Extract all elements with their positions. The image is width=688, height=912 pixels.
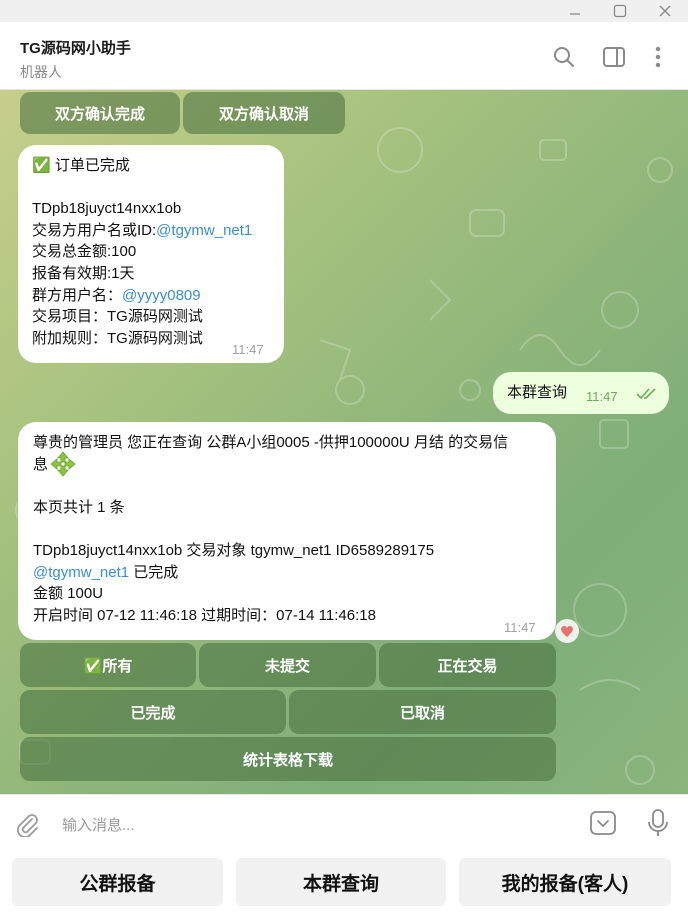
more-options-icon[interactable] xyxy=(645,44,671,70)
count-line: 本页共计 1 条 xyxy=(33,498,125,516)
window-titlebar xyxy=(0,0,688,22)
filter-unsubmitted-button[interactable]: 未提交 xyxy=(199,643,376,687)
record-amount-line: 金额 100U xyxy=(33,585,104,603)
group-line: 群方用户名：@yyyy0809 xyxy=(32,285,284,307)
amount-line: 交易总金额:100 xyxy=(32,243,137,261)
close-icon[interactable] xyxy=(645,0,685,22)
message-line xyxy=(32,177,284,199)
trader-line: 交易方用户名或ID:@tgymw_net1 xyxy=(32,220,284,242)
confirm-complete-button[interactable]: 双方确认完成 xyxy=(20,92,180,134)
validity-line: 报备有效期:1天 xyxy=(32,264,135,282)
download-stats-button[interactable]: 统计表格下载 xyxy=(20,737,556,781)
trader-label: 交易方用户名或ID: xyxy=(32,221,157,239)
read-check-icon xyxy=(636,388,656,400)
record-status-line: @tgymw_net1 已完成 xyxy=(33,562,556,584)
search-icon[interactable] xyxy=(551,44,577,70)
filter-trading-button[interactable]: 正在交易 xyxy=(379,643,556,687)
telegram-window: TG源码网小助手 机器人 双方确认完成 双方确认取消 ✅ 订单已完成 TDpb1… xyxy=(0,0,688,912)
message-time: 11:47 xyxy=(586,389,618,404)
message-input-bar: 输入消息... xyxy=(0,794,688,852)
order-completed-message[interactable]: ✅ 订单已完成 TDpb18juyct14nxx1ob 交易方用户名或ID:@t… xyxy=(18,145,284,363)
project-line: 交易项目：TG源码网测试 xyxy=(32,308,203,326)
bot-keyboard-icon[interactable] xyxy=(589,809,617,837)
public-report-button[interactable]: 公群报备 xyxy=(12,858,223,906)
sidebar-toggle-icon[interactable] xyxy=(601,44,627,70)
confirm-cancel-button[interactable]: 双方确认取消 xyxy=(183,92,345,134)
reply-keyboard: 公群报备 本群查询 我的报备(客人) xyxy=(0,852,688,912)
group-query-button[interactable]: 本群查询 xyxy=(236,858,446,906)
message-line: 尊贵的管理员 您正在查询 公群A小组0005 -供押100000U 月结 的交易… xyxy=(33,434,509,451)
trader-link[interactable]: @tgymw_net1 xyxy=(156,222,252,239)
message-time: 11:47 xyxy=(504,620,536,635)
filter-completed-button[interactable]: 已完成 xyxy=(20,690,286,734)
message-time: 11:47 xyxy=(232,342,264,357)
message-text: 息 xyxy=(33,455,49,473)
message-input[interactable]: 输入消息... xyxy=(62,814,135,835)
record-line: TDpb18juyct14nxx1ob 交易对象 tgymw_net1 ID65… xyxy=(33,541,435,559)
outgoing-message[interactable]: 本群查询 11:47 xyxy=(493,372,669,414)
message-line: 息 xyxy=(33,451,556,478)
move-arrows-icon xyxy=(50,451,76,478)
record-status: 已完成 xyxy=(129,563,179,581)
attach-icon[interactable] xyxy=(14,811,40,837)
record-link[interactable]: @tgymw_net1 xyxy=(33,564,129,581)
record-times-line: 开启时间 07-12 11:46:18 过期时间：07-14 11:46:18 xyxy=(33,606,376,624)
minimize-icon[interactable] xyxy=(555,0,595,22)
message-line: ✅ 订单已完成 xyxy=(32,157,130,174)
group-label: 群方用户名： xyxy=(32,286,123,304)
reaction-badge[interactable] xyxy=(555,619,579,643)
chat-area[interactable]: 双方确认完成 双方确认取消 ✅ 订单已完成 TDpb18juyct14nxx1o… xyxy=(0,90,688,794)
filter-cancelled-button[interactable]: 已取消 xyxy=(289,690,556,734)
heart-icon xyxy=(561,625,573,637)
chat-header[interactable]: TG源码网小助手 机器人 xyxy=(0,22,688,90)
my-reports-button[interactable]: 我的报备(客人) xyxy=(459,858,671,906)
query-result-message[interactable]: 尊贵的管理员 您正在查询 公群A小组0005 -供押100000U 月结 的交易… xyxy=(18,422,556,640)
chat-title[interactable]: TG源码网小助手 xyxy=(20,37,131,58)
chat-subtitle: 机器人 xyxy=(20,64,62,80)
maximize-icon[interactable] xyxy=(600,0,640,22)
microphone-icon[interactable] xyxy=(645,808,671,838)
message-text: 本群查询 xyxy=(507,384,568,401)
group-link[interactable]: @yyyy0809 xyxy=(122,287,201,304)
message-line: TDpb18juyct14nxx1ob xyxy=(32,200,182,218)
filter-all-button[interactable]: ✅所有 xyxy=(20,643,196,687)
